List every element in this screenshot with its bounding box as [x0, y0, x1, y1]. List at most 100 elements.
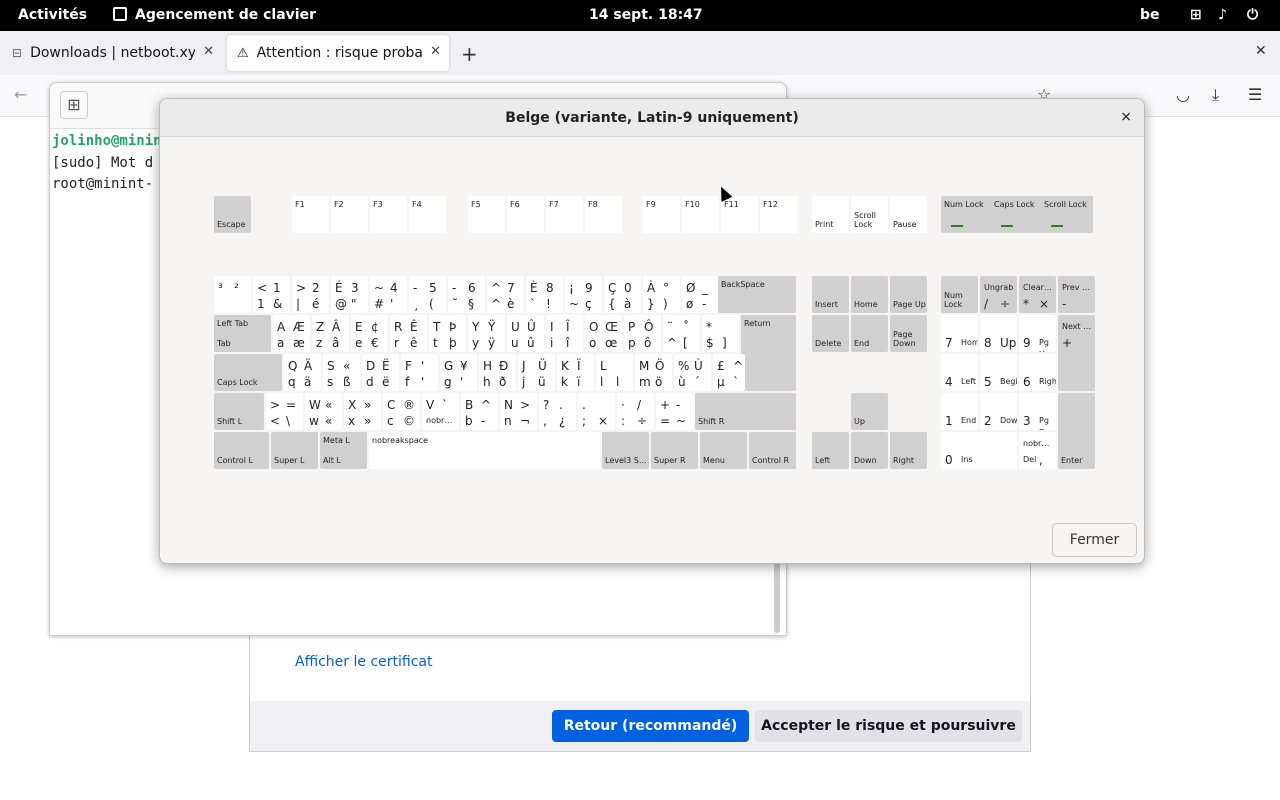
key-symbol: :: [621, 414, 626, 428]
key-scroll-lock: Scroll Lock: [851, 196, 888, 233]
tab-label: Attention : risque probable: [256, 45, 422, 61]
key-label: F8: [588, 200, 598, 209]
key-key-9: ¡ 9 ~ ç: [565, 276, 602, 313]
key-symbol: o: [589, 336, 597, 350]
key-tab: Left Tab Tab: [214, 315, 271, 352]
key-symbol: 5: [429, 281, 437, 295]
key-symbol: ,: [1039, 453, 1043, 467]
key-symbol: þ: [449, 336, 457, 350]
key-symbol: 5: [984, 375, 992, 389]
key-symbol: Ï: [577, 359, 581, 373]
new-tab-button[interactable]: +: [461, 42, 478, 66]
key-label: Right: [893, 456, 915, 465]
activities-button[interactable]: Activités: [18, 7, 87, 23]
back-arrow-icon[interactable]: ←: [14, 85, 27, 104]
key-key-comma: ?., ¿: [539, 393, 576, 430]
key-kp-enter: Enter: [1058, 393, 1095, 469]
key-symbol: Þ: [449, 320, 457, 334]
keyboard-layout-dialog: Belge (variante, Latin-9 uniquement) × E…: [159, 98, 1145, 564]
key-key-v: V ` nobr…: [422, 393, 459, 430]
tab-downloads[interactable]: ⊟ Downloads | netboot.xyz ✕: [2, 35, 222, 71]
key-symbol: ¸: [413, 297, 419, 311]
network-icon[interactable]: ⊞: [1190, 7, 1202, 23]
key-f6: F6: [507, 196, 544, 233]
key-symbol: ': [460, 375, 464, 389]
key-symbol: >: [270, 398, 281, 412]
key-symbol: ;: [582, 414, 587, 428]
key-symbol: *: [1023, 297, 1029, 311]
key-symbol: _: [702, 281, 708, 295]
key-symbol: h: [483, 375, 491, 389]
key-symbol: g: [444, 375, 452, 389]
key-key-semicolon: .; ×: [578, 393, 615, 430]
key-symbol: `: [530, 297, 536, 311]
new-terminal-tab-icon[interactable]: ⊞: [60, 91, 88, 119]
key-key-circ: ¨ ˚ ^ [: [663, 315, 700, 352]
key-label: Tab: [217, 339, 231, 348]
key-symbol: Clear…: [1023, 283, 1052, 292]
close-window-icon[interactable]: ✕: [1255, 43, 1267, 59]
key-label: F1: [295, 200, 305, 209]
key-label: Num Lock: [944, 291, 963, 309]
key-symbol: r: [394, 336, 399, 350]
key-symbol: O: [589, 320, 599, 334]
volume-icon[interactable]: ♪: [1218, 7, 1227, 23]
key-symbol: 1: [273, 281, 281, 295]
key-symbol: w: [309, 414, 319, 428]
key-symbol: ç: [585, 297, 592, 311]
downloads-icon[interactable]: ⤓: [1212, 85, 1219, 105]
key-symbol: 2: [984, 414, 992, 428]
key-symbol: ˘: [452, 297, 458, 311]
key-caps-lock: Caps Lock: [214, 354, 282, 391]
key-symbol: G: [444, 359, 454, 373]
dialog-title: Belge (variante, Latin-9 uniquement): [505, 110, 799, 126]
key-symbol: ^: [667, 336, 678, 350]
key-label: F11: [724, 200, 739, 209]
key-symbol: ': [390, 297, 394, 311]
close-button[interactable]: Fermer: [1052, 523, 1137, 557]
scrollbar[interactable]: [774, 553, 780, 633]
menu-icon[interactable]: ☰: [1248, 85, 1262, 104]
close-icon[interactable]: ✕: [203, 44, 214, 59]
key-symbol: A: [277, 320, 286, 334]
key-symbol: 0: [945, 453, 953, 467]
accept-risk-button[interactable]: Accepter le risque et poursuivre: [755, 710, 1022, 742]
close-icon[interactable]: ✕: [430, 44, 441, 59]
pocket-icon[interactable]: ◡: [1176, 85, 1190, 104]
key-symbol: Right: [1039, 377, 1056, 386]
key-symbol: 0: [624, 281, 632, 295]
key-label: F9: [646, 200, 656, 209]
key-label: Down: [854, 456, 877, 465]
key-symbol: `: [442, 398, 448, 412]
power-icon[interactable]: ⏻: [1247, 7, 1258, 23]
close-icon[interactable]: ×: [1120, 109, 1132, 125]
clock[interactable]: 14 sept. 18:47: [589, 7, 703, 23]
key-space: nobreakspace: [369, 432, 600, 469]
key-symbol: 3: [351, 281, 359, 295]
key-symbol: [: [683, 336, 688, 350]
app-menu[interactable]: Agencement de clavier: [135, 7, 316, 23]
key-pause: Pause: [890, 196, 927, 233]
key-symbol: T: [433, 320, 441, 334]
key-delete: Delete: [812, 315, 849, 352]
key-symbol: !: [546, 297, 551, 311]
tab-warning[interactable]: ⚠ Attention : risque probable ✕: [227, 35, 449, 71]
key-symbol: ': [421, 375, 425, 389]
key-symbol: È: [530, 281, 538, 295]
key-arrow-down: Down: [851, 432, 888, 469]
key-control-l: Control L: [214, 432, 269, 469]
key-key-equal: Ø _ ø -: [682, 276, 719, 313]
key-symbol: Ô: [644, 320, 654, 334]
back-recommended-button[interactable]: Retour (recommandé): [552, 710, 749, 742]
key-label: Left: [815, 456, 831, 465]
key-symbol: c: [387, 414, 394, 428]
key-label: Return: [744, 319, 771, 328]
key-backspace: BackSpace: [718, 276, 796, 313]
layout-indicator[interactable]: be: [1140, 7, 1160, 23]
key-return: Return: [741, 315, 796, 391]
key-key-ugrave: % Ùù ´: [674, 354, 711, 391]
key-key-g: G ¥ g ': [440, 354, 477, 391]
key-arrow-left: Left: [812, 432, 849, 469]
key-label: Shift L: [217, 417, 243, 426]
view-certificate-link[interactable]: Afficher le certificat: [295, 654, 432, 670]
